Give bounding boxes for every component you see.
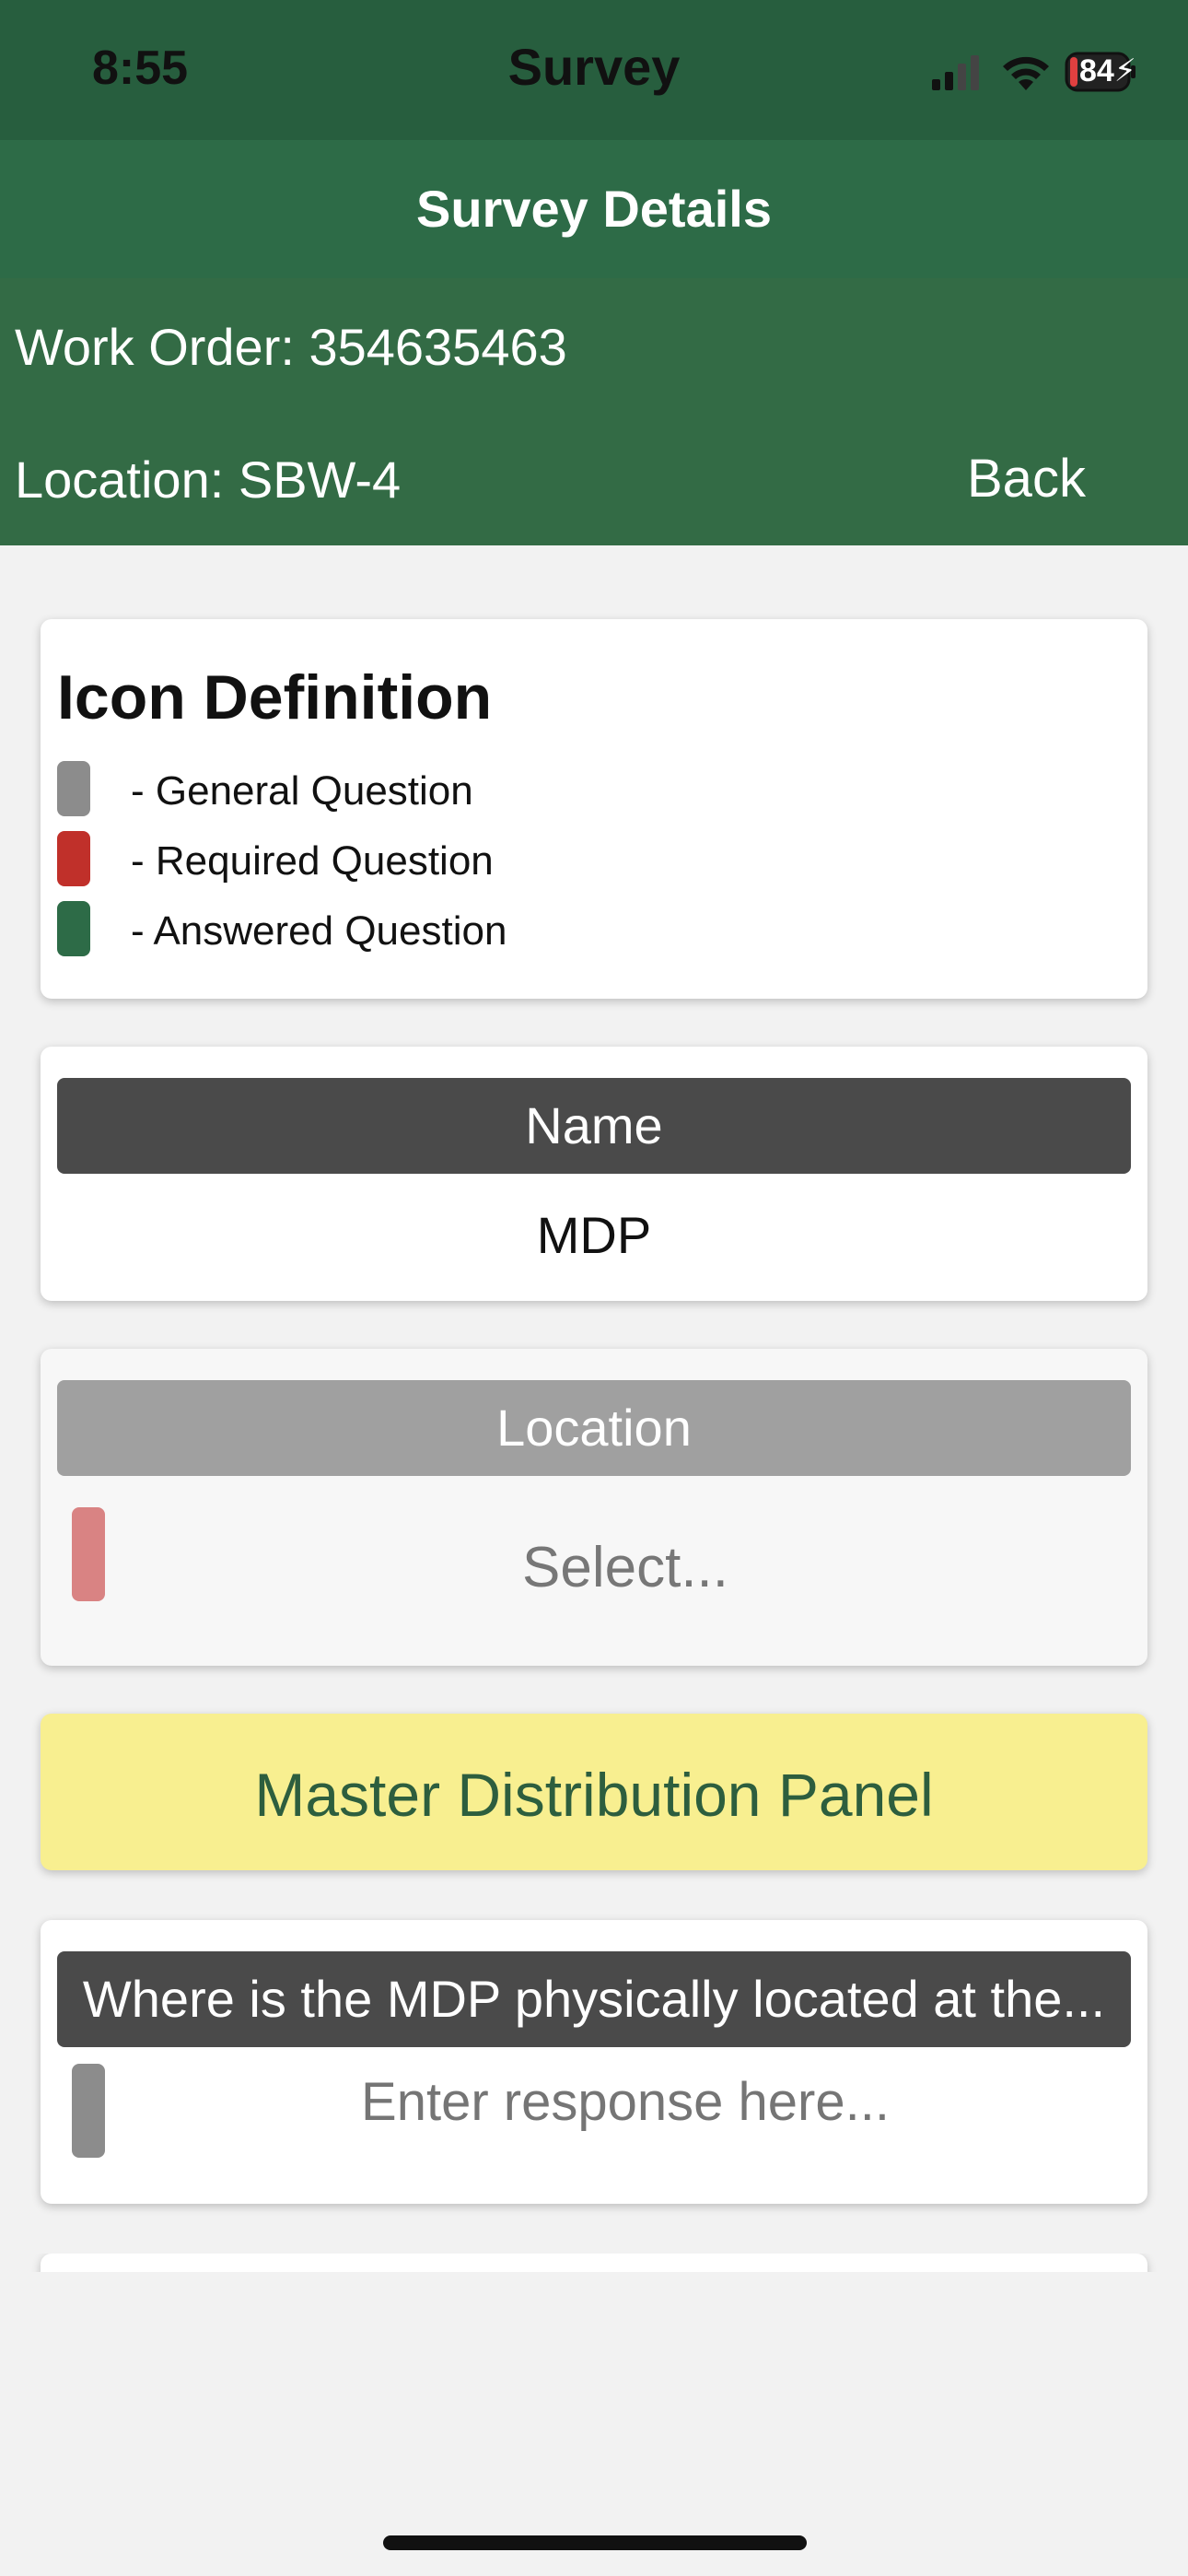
back-button[interactable]: Back bbox=[967, 448, 1086, 509]
section-header-card: Master Distribution Panel bbox=[41, 1714, 1147, 1870]
required-question-icon bbox=[57, 831, 90, 886]
battery-level: 84⚡ bbox=[1079, 53, 1136, 88]
home-indicator[interactable] bbox=[383, 2535, 807, 2550]
location-select[interactable]: Select... bbox=[123, 1535, 1127, 1600]
name-field-label: Name bbox=[57, 1078, 1131, 1174]
required-indicator-icon bbox=[72, 1507, 105, 1601]
next-question-card bbox=[41, 2254, 1147, 2272]
question-label: Where is the MDP physically located at t… bbox=[57, 1951, 1131, 2047]
icon-definition-card: Icon Definition - General Question - Req… bbox=[41, 619, 1147, 999]
location-card: Location Select... bbox=[41, 1349, 1147, 1666]
location-label: Location: SBW-4 bbox=[15, 451, 402, 509]
question-card: Where is the MDP physically located at t… bbox=[41, 1920, 1147, 2204]
section-title: Master Distribution Panel bbox=[254, 1761, 934, 1829]
status-bar: 8:55 Survey 84⚡ bbox=[0, 0, 1188, 140]
name-field-value: MDP bbox=[536, 1206, 652, 1264]
info-bar: Work Order: 354635463 Location: SBW-4 Ba… bbox=[0, 278, 1188, 545]
location-field-label: Location bbox=[57, 1380, 1131, 1476]
legend-label: - Answered Question bbox=[131, 908, 507, 954]
page-header: Survey Details bbox=[0, 140, 1188, 278]
work-order-label: Work Order: 354635463 bbox=[15, 318, 567, 376]
page-title: Survey Details bbox=[416, 180, 772, 238]
cellular-signal-icon bbox=[932, 55, 979, 90]
icon-definition-title: Icon Definition bbox=[57, 662, 493, 732]
answered-question-icon bbox=[57, 901, 90, 956]
general-indicator-icon bbox=[72, 2064, 105, 2158]
name-card: Name MDP bbox=[41, 1047, 1147, 1301]
general-question-icon bbox=[57, 761, 90, 816]
response-input[interactable] bbox=[123, 2071, 1127, 2133]
wifi-icon bbox=[1003, 56, 1049, 90]
scroll-clip bbox=[0, 2254, 1188, 2272]
legend-label: - Required Question bbox=[131, 838, 494, 884]
legend-label: - General Question bbox=[131, 768, 473, 814]
